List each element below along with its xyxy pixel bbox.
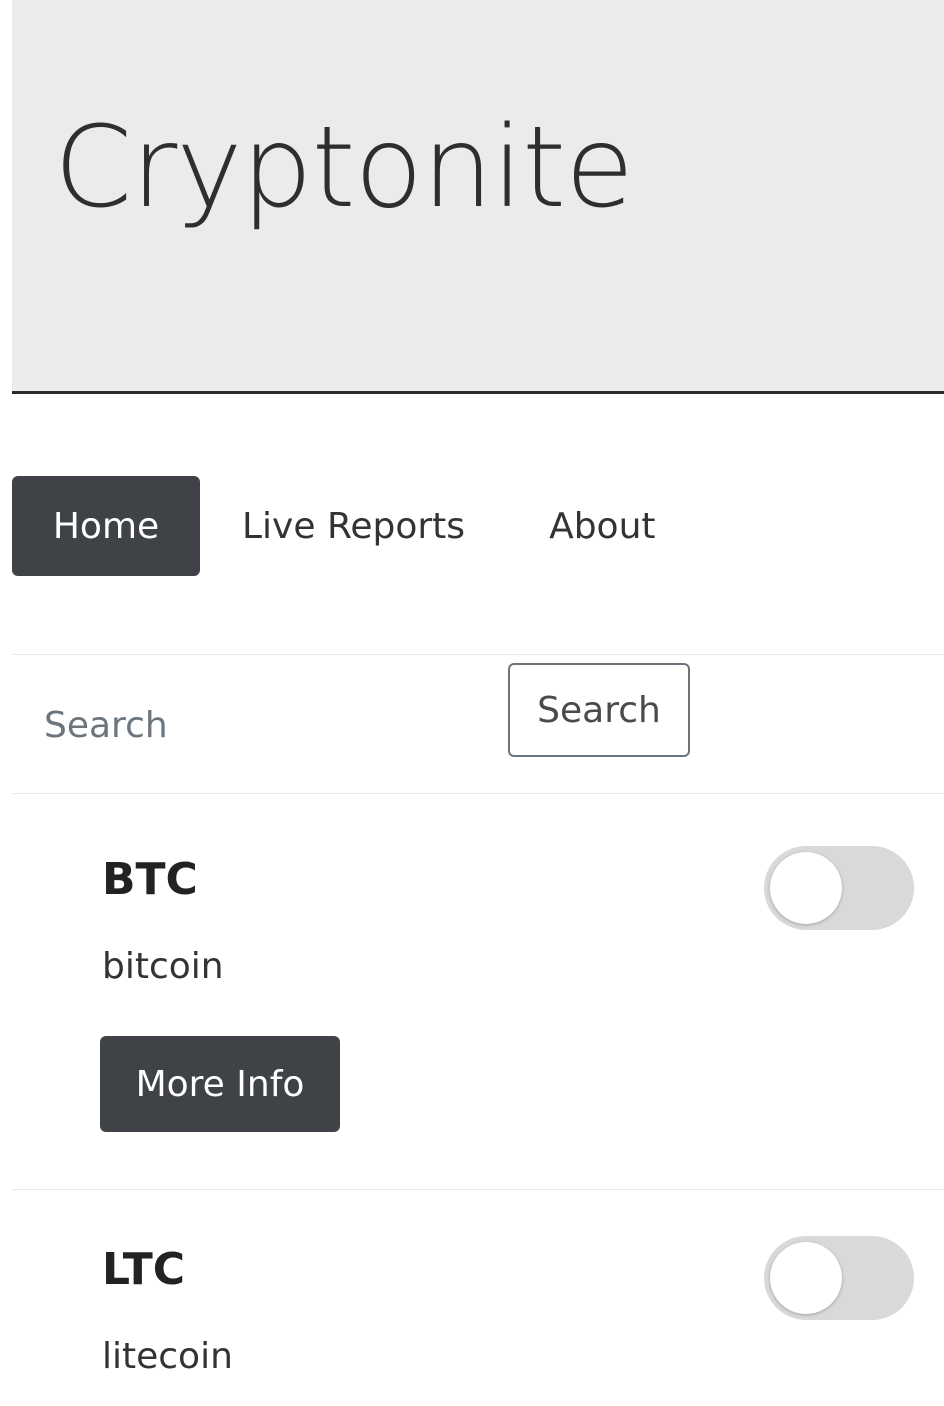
coin-name: litecoin bbox=[102, 1336, 233, 1377]
search-button[interactable]: Search bbox=[508, 663, 690, 757]
search-bar: Search bbox=[12, 654, 944, 794]
coin-card-ltc: LTC litecoin bbox=[12, 1190, 944, 1406]
toggle-knob bbox=[770, 1242, 842, 1314]
toggle-knob bbox=[770, 852, 842, 924]
site-brand-title: Cryptonite bbox=[54, 103, 634, 233]
more-info-button[interactable]: More Info bbox=[100, 1036, 340, 1132]
search-input[interactable] bbox=[30, 675, 490, 775]
page: Cryptonite Home Live Reports About Searc… bbox=[0, 0, 944, 1406]
coin-toggle-switch[interactable] bbox=[764, 846, 914, 930]
coin-card-btc: BTC bitcoin More Info bbox=[12, 796, 944, 1190]
coin-symbol: LTC bbox=[102, 1244, 186, 1295]
nav-about[interactable]: About bbox=[507, 476, 697, 576]
coin-symbol: BTC bbox=[102, 854, 198, 905]
coin-name: bitcoin bbox=[102, 946, 224, 987]
coin-toggle-switch[interactable] bbox=[764, 1236, 914, 1320]
nav-live-reports[interactable]: Live Reports bbox=[200, 476, 507, 576]
main-nav: Home Live Reports About bbox=[12, 476, 698, 576]
nav-home[interactable]: Home bbox=[12, 476, 200, 576]
jumbotron-header: Cryptonite bbox=[12, 0, 944, 394]
